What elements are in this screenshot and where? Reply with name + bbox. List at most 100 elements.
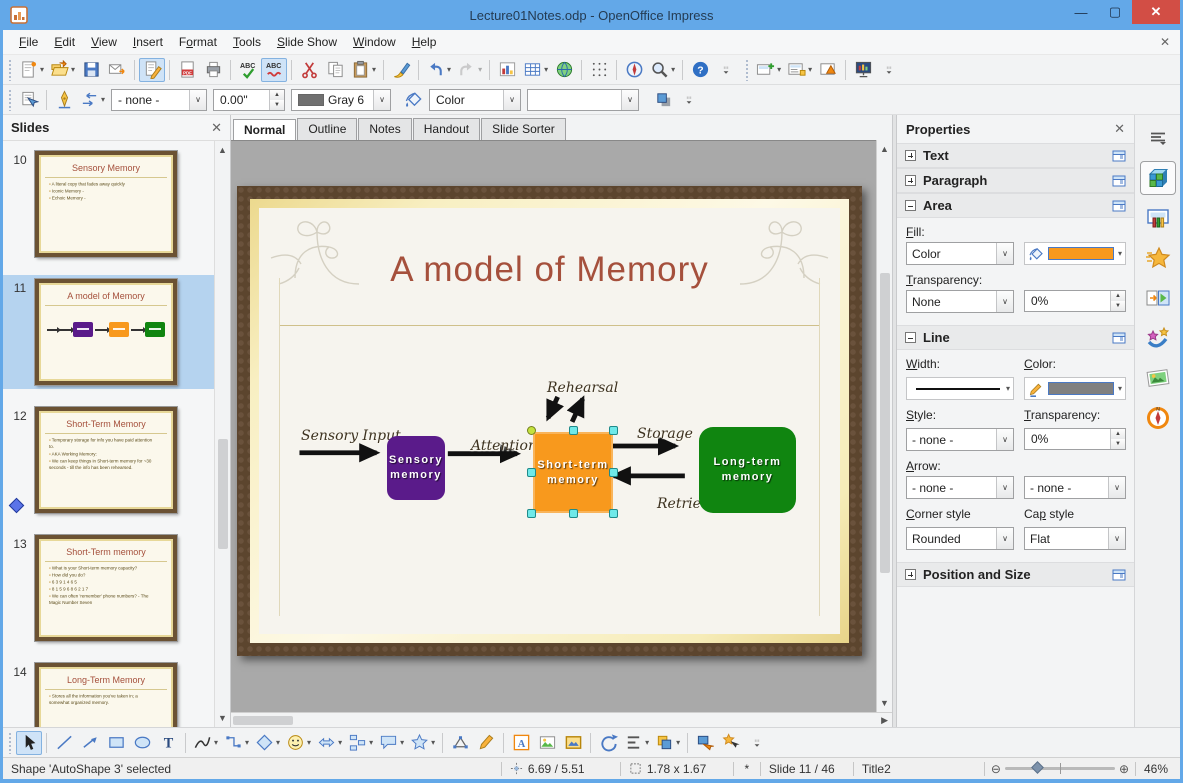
slide-transition-icon[interactable]	[1140, 281, 1176, 315]
dropdown-arrow-icon[interactable]: ▾	[431, 738, 435, 747]
collapse-icon[interactable]	[905, 200, 916, 211]
section-paragraph[interactable]: Paragraph	[897, 168, 1134, 193]
horizontal-scrollbar[interactable]: ▶	[231, 712, 892, 727]
view-tab-normal[interactable]: Normal	[233, 119, 297, 141]
menu-item-file[interactable]: File	[11, 32, 46, 52]
transparency-value-input[interactable]: 0% ▲ ▼	[1024, 290, 1126, 312]
draw-text-icon[interactable]	[155, 731, 181, 755]
navigator-compass-icon[interactable]	[1140, 401, 1176, 435]
dialog-launcher-icon[interactable]	[1112, 175, 1126, 187]
dropdown-arrow-icon[interactable]: ▾	[338, 738, 342, 747]
line-color-picker[interactable]: ▾	[1024, 377, 1126, 400]
email-icon[interactable]	[104, 58, 130, 82]
dropdown-arrow-icon[interactable]: ▾	[276, 738, 280, 747]
arrange-icon[interactable]: ▾	[652, 731, 683, 755]
toolbar-grip[interactable]	[745, 58, 751, 81]
fill-type-select[interactable]: Color ∨	[429, 88, 522, 111]
arrow-style-icon[interactable]: ▾	[77, 88, 108, 112]
alignment-icon[interactable]: ▾	[621, 731, 652, 755]
spin-up-icon[interactable]: ▲	[1111, 429, 1125, 439]
slide-thumbnail-13[interactable]: 13 Short-Term memory What is your Short-te…	[3, 531, 214, 645]
long-term-memory-box[interactable]: Long-term memory	[699, 427, 796, 513]
fill-type-select[interactable]: Color ∨	[906, 242, 1014, 265]
slide-thumbnail-10[interactable]: 10 Sensory Memory A literal copy that fade…	[3, 147, 214, 261]
open-icon[interactable]: ▾	[47, 58, 78, 82]
dropdown-arrow-icon[interactable]: ∨	[503, 89, 521, 110]
slide-thumbnail-14[interactable]: 14 Long-Term Memory Stores all the informa…	[3, 659, 214, 727]
thumbnail-image[interactable]: A model of Memory	[34, 278, 178, 386]
scrollbar-thumb[interactable]	[217, 439, 228, 549]
dropdown-arrow-icon[interactable]: ∨	[189, 89, 207, 110]
print-icon[interactable]	[200, 58, 226, 82]
star-shapes-icon[interactable]: ▾	[407, 731, 438, 755]
arrow-start-select[interactable]: - none - ∨	[906, 476, 1014, 499]
properties-close-icon[interactable]: ✕	[1114, 121, 1125, 137]
dropdown-arrow-icon[interactable]: ▾	[808, 65, 812, 74]
dialog-launcher-icon[interactable]	[1112, 569, 1126, 581]
thumbnail-image[interactable]: Long-Term Memory Stores all the informati…	[34, 662, 178, 727]
edit-points-icon[interactable]	[447, 731, 473, 755]
zoom-slider-thumb[interactable]	[1031, 761, 1044, 774]
scrollbar-thumb[interactable]	[879, 273, 890, 573]
thumbnail-image[interactable]: Short-Term memory What is your Short-term…	[34, 534, 178, 642]
slide-layout-icon[interactable]: ▾	[784, 58, 815, 82]
fontwork-icon[interactable]	[508, 731, 534, 755]
corner-style-select[interactable]: Rounded ∨	[906, 527, 1014, 550]
slide-workspace[interactable]: A model of Memory Sensory Input Attentio…	[231, 140, 876, 712]
custom-animation-star-icon[interactable]	[1140, 241, 1176, 275]
toolbar-overflow-icon[interactable]	[744, 731, 770, 755]
line-width-input[interactable]: 0.00" ▲ ▼	[213, 88, 286, 111]
line-dialog-icon[interactable]	[51, 88, 77, 112]
label-storage[interactable]: Storage	[637, 426, 693, 442]
callout-shapes-icon[interactable]: ▾	[376, 731, 407, 755]
toolbar-overflow-icon[interactable]	[876, 58, 902, 82]
arrow-end-select[interactable]: - none - ∨	[1024, 476, 1126, 499]
menu-item-slide-show[interactable]: Slide Show	[269, 32, 345, 52]
spin-up-icon[interactable]: ▲	[1111, 291, 1125, 301]
dropdown-arrow-icon[interactable]: ▾	[478, 65, 482, 74]
dropdown-arrow-icon[interactable]: ▾	[372, 65, 376, 74]
scroll-down-icon[interactable]: ▼	[880, 694, 889, 712]
line-style-select[interactable]: - none - ∨	[111, 88, 208, 111]
autospellcheck-icon[interactable]	[261, 57, 288, 82]
collapse-icon[interactable]	[905, 332, 916, 343]
start-presentation-icon[interactable]	[850, 58, 876, 82]
scroll-up-icon[interactable]: ▲	[218, 141, 227, 159]
select-cursor-icon[interactable]	[16, 730, 42, 755]
line-transparency-input[interactable]: 0% ▲ ▼	[1024, 428, 1126, 450]
selection-handle[interactable]	[569, 509, 578, 518]
close-document-icon[interactable]: ✕	[1160, 35, 1170, 49]
format-paintbrush-icon[interactable]	[388, 58, 414, 82]
dropdown-arrow-icon[interactable]: ▾	[245, 738, 249, 747]
draw-line-icon[interactable]	[51, 731, 77, 755]
view-tab-slide-sorter[interactable]: Slide Sorter	[481, 118, 566, 140]
line-color-select[interactable]: Gray 6 ∨	[291, 88, 392, 111]
edit-file-icon[interactable]	[139, 57, 166, 82]
navigator-icon[interactable]	[621, 58, 647, 82]
fill-color-select[interactable]: ∨	[527, 88, 640, 111]
selection-handle[interactable]	[609, 426, 618, 435]
spin-down-icon[interactable]: ▼	[1111, 439, 1125, 449]
selection-handle[interactable]	[527, 468, 536, 477]
draw-connector-icon[interactable]: ▾	[221, 731, 252, 755]
selection-handle-rotate[interactable]	[527, 426, 536, 435]
dropdown-arrow-icon[interactable]: ▾	[447, 65, 451, 74]
view-tab-outline[interactable]: Outline	[297, 118, 358, 140]
symbol-shapes-icon[interactable]: ▾	[283, 731, 314, 755]
toolbar-grip[interactable]	[8, 731, 13, 754]
copy-icon[interactable]	[322, 58, 348, 82]
flowchart-shapes-icon[interactable]: ▾	[345, 731, 376, 755]
glue-points-icon[interactable]	[473, 731, 499, 755]
section-area[interactable]: Area	[897, 193, 1134, 218]
scroll-up-icon[interactable]: ▲	[880, 140, 889, 158]
draw-rectangle-icon[interactable]	[103, 731, 129, 755]
zoom-slider[interactable]: ⊖ ⊕	[985, 761, 1135, 776]
spellcheck-icon[interactable]	[235, 58, 261, 82]
expand-icon[interactable]	[905, 150, 916, 161]
zoom-out-icon[interactable]: ⊖	[991, 762, 1001, 776]
gallery-photo-icon[interactable]	[1140, 361, 1176, 395]
selection-handle[interactable]	[527, 509, 536, 518]
dropdown-arrow-icon[interactable]: ▾	[777, 65, 781, 74]
short-term-memory-box[interactable]: Short-term memory	[533, 432, 613, 513]
slides-panel-close-icon[interactable]: ✕	[211, 120, 222, 136]
